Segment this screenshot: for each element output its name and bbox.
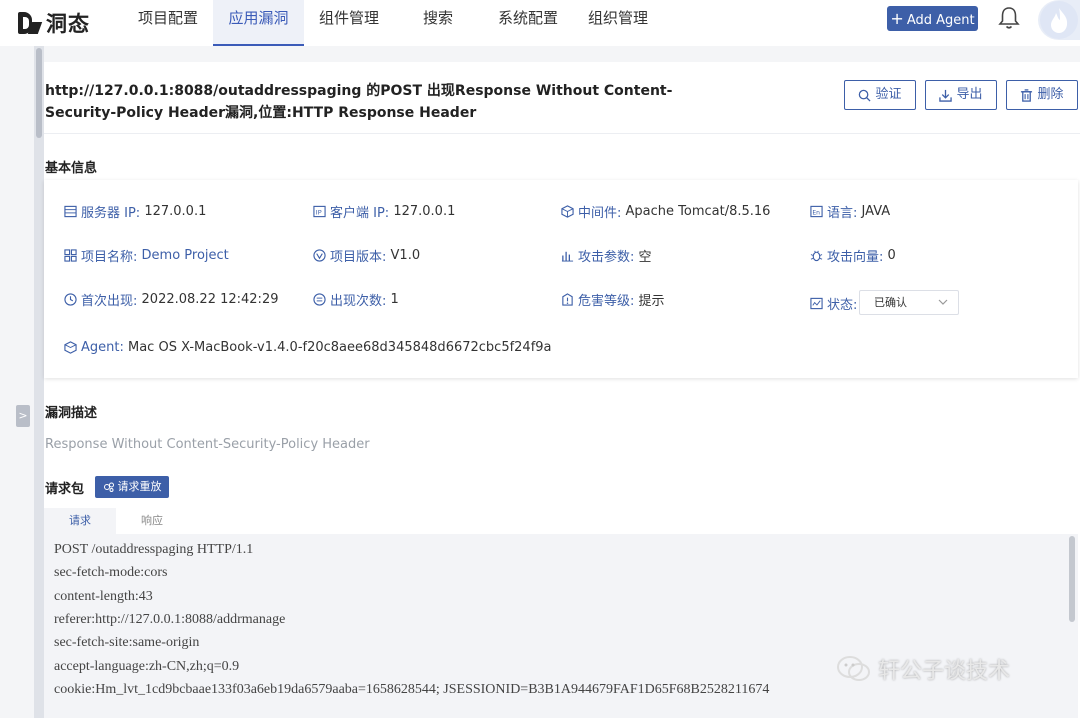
counter-icon [313, 293, 326, 306]
info-attack-vector: 攻击向量: 0 [810, 246, 896, 265]
info-client-ip: IP 客户端 IP: 127.0.0.1 [313, 202, 455, 221]
chevron-right-icon: > [18, 409, 28, 422]
replay-icon [103, 482, 114, 492]
export-label: 导出 [956, 87, 983, 102]
nav-item-component-mgmt[interactable]: 组件管理 [306, 0, 392, 46]
tab-response[interactable]: 响应 [116, 508, 188, 534]
info-project-version: 项目版本: V1.0 [313, 246, 420, 265]
info-language: En 语言: JAVA [810, 202, 890, 221]
ip-icon: IP [313, 205, 326, 218]
bell-icon[interactable] [998, 6, 1020, 30]
status-select[interactable]: 已确认 [859, 290, 959, 315]
sidebar-scrollbar[interactable] [34, 46, 44, 718]
grid-icon [64, 249, 77, 262]
nav-item-org-mgmt[interactable]: 组织管理 [575, 0, 661, 46]
logo[interactable]: 洞态 [16, 8, 90, 38]
watermark: 轩公子谈技术 [836, 653, 1010, 685]
language-icon: En [810, 205, 823, 218]
tab-request[interactable]: 请求 [44, 508, 116, 534]
replay-request-button[interactable]: 请求重放 [95, 476, 169, 498]
verify-button[interactable]: 验证 [844, 80, 916, 110]
info-server-ip: 服务器 IP: 127.0.0.1 [64, 202, 206, 221]
request-line: referer:http://127.0.0.1:8088/addrmanage [54, 612, 286, 627]
info-agent: Agent: Mac OS X-MacBook-v1.4.0-f20c8aee6… [64, 340, 552, 355]
plus-icon: + [890, 9, 904, 28]
info-first-seen: 首次出现: 2022.08.22 12:42:29 [64, 290, 278, 309]
warning-icon [562, 293, 573, 306]
cube-icon [561, 205, 574, 218]
request-line: accept-language:zh-CN,zh;q=0.9 [54, 659, 240, 674]
description-heading: 漏洞描述 [45, 406, 98, 421]
logo-icon [16, 10, 43, 36]
chevron-down-icon [938, 299, 948, 305]
request-line: sec-fetch-mode:cors [54, 565, 168, 580]
svg-text:En: En [812, 209, 820, 216]
info-status: 状态: [810, 294, 857, 313]
nav-item-project-config[interactable]: 项目配置 [125, 0, 211, 46]
search-icon [859, 89, 872, 102]
status-icon [810, 297, 823, 310]
bug-icon [810, 250, 823, 262]
top-nav: 洞态 项目配置 应用漏洞 组件管理 搜索 系统配置 组织管理 + Add Agen… [0, 0, 1080, 46]
info-occurrences: 出现次数: 1 [313, 290, 399, 309]
watermark-text: 轩公子谈技术 [878, 659, 1011, 684]
delete-label: 删除 [1037, 87, 1064, 102]
nav-item-system-config[interactable]: 系统配置 [485, 0, 571, 46]
nav-item-app-vulns[interactable]: 应用漏洞 [213, 0, 304, 46]
trash-icon [1021, 88, 1033, 102]
svg-text:IP: IP [316, 208, 322, 216]
request-scroll-thumb[interactable] [1069, 536, 1075, 622]
export-button[interactable]: 导出 [925, 80, 997, 110]
info-project-name: 项目名称: Demo Project [64, 246, 229, 265]
request-scrollbar[interactable] [1068, 534, 1076, 718]
expand-sidebar-button[interactable]: > [16, 405, 30, 427]
agent-icon [64, 341, 77, 354]
vuln-detail-card: http://127.0.0.1:8088/outaddresspaging 的… [44, 62, 1080, 718]
download-icon [939, 89, 953, 102]
request-line: sec-fetch-site:same-origin [54, 635, 200, 650]
request-body[interactable]: POST /outaddresspaging HTTP/1.1 sec-fetc… [44, 534, 1078, 718]
request-heading: 请求包 [45, 482, 85, 497]
title-divider [44, 133, 1080, 134]
sidebar-scroll-thumb[interactable] [36, 48, 42, 138]
status-value: 已确认 [874, 296, 907, 309]
bar-chart-icon [561, 251, 574, 262]
clock-icon [64, 293, 77, 306]
add-agent-button[interactable]: + Add Agent [887, 6, 978, 31]
request-line: content-length:43 [54, 589, 153, 604]
vuln-title: http://127.0.0.1:8088/outaddresspaging 的… [45, 83, 673, 121]
request-line: POST /outaddresspaging HTTP/1.1 [54, 542, 254, 557]
wechat-icon [837, 656, 870, 681]
info-attack-param: 攻击参数: 空 [561, 246, 652, 265]
logo-text: 洞态 [46, 12, 90, 36]
description-text: Response Without Content-Security-Policy… [45, 437, 370, 452]
basic-info-panel: 服务器 IP: 127.0.0.1 IP 客户端 IP: 127.0.0.1 中… [44, 180, 1078, 378]
basic-info-heading: 基本信息 [45, 161, 98, 176]
avatar[interactable] [1038, 0, 1080, 40]
replay-label: 请求重放 [117, 480, 162, 493]
version-icon [313, 249, 326, 262]
delete-button[interactable]: 删除 [1006, 80, 1078, 110]
request-line: cookie:Hm_lvt_1cd9bcbaae133f03a6eb19da65… [54, 682, 770, 697]
add-agent-label: Add Agent [906, 13, 975, 28]
info-severity: 危害等级: 提示 [561, 290, 665, 309]
verify-label: 验证 [875, 87, 902, 102]
nav-item-search[interactable]: 搜索 [395, 0, 481, 46]
server-icon [64, 205, 77, 218]
info-middleware: 中间件: Apache Tomcat/8.5.16 [561, 202, 770, 221]
